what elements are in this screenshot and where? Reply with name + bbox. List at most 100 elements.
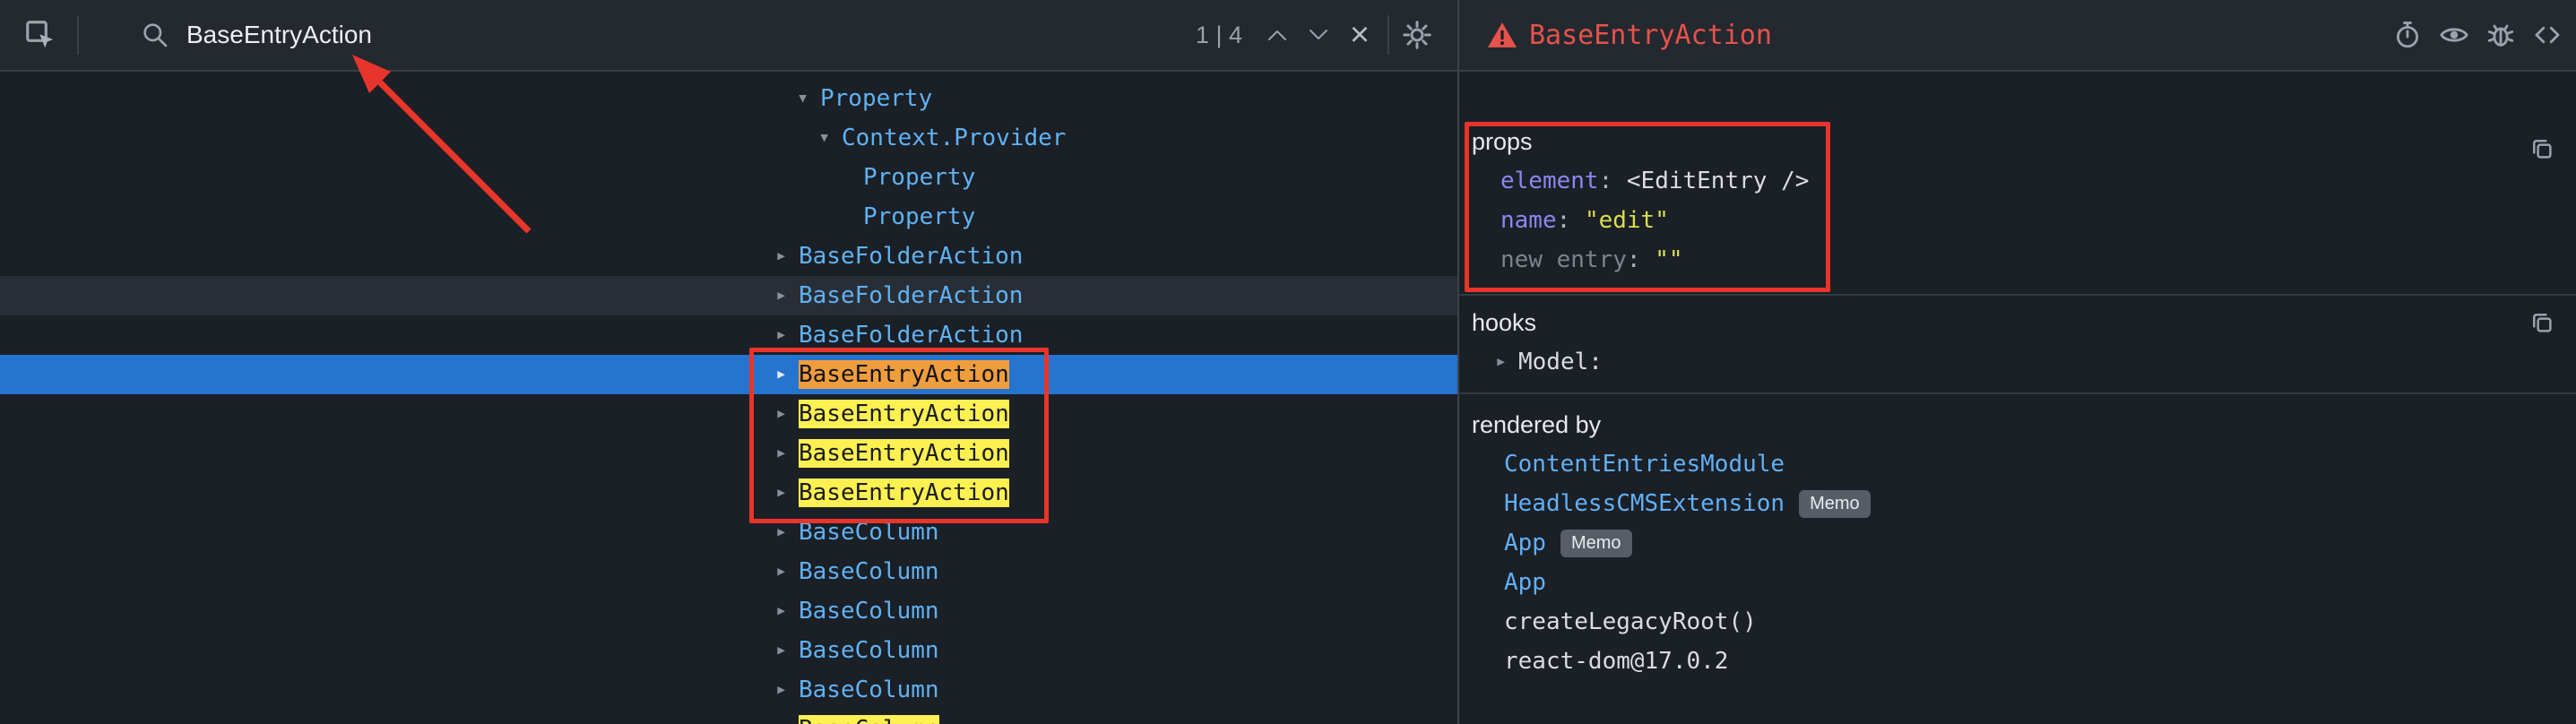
component-name[interactable]: BaseFolderAction xyxy=(799,281,1023,310)
components-tree-panel: 1 | 4 × ▾Property▾Context.ProviderProper… xyxy=(0,0,1459,724)
tree-row[interactable]: ▸BaseColumn xyxy=(0,552,1457,591)
prop-key: new entry xyxy=(1500,246,1627,273)
hooks-section: hooks ▸Model: xyxy=(1459,296,2576,394)
chevron-down-icon[interactable]: ▾ xyxy=(797,89,820,108)
component-name[interactable]: BaseColumn xyxy=(799,557,939,586)
prop-colon: : xyxy=(1557,207,1585,234)
component-name[interactable]: BaseColumn xyxy=(799,636,939,665)
inspect-element-icon[interactable] xyxy=(20,14,61,56)
search-input[interactable] xyxy=(186,21,1196,49)
hooks-section-title: hooks xyxy=(1459,303,2576,342)
previous-result-button[interactable] xyxy=(1257,14,1298,56)
component-name[interactable]: Property xyxy=(863,203,975,231)
chevron-right-icon[interactable]: ▸ xyxy=(775,404,799,424)
chevron-right-icon[interactable]: ▸ xyxy=(1495,352,1518,372)
clear-search-button[interactable]: × xyxy=(1339,14,1380,56)
tree-row[interactable]: ▾Property xyxy=(0,79,1457,118)
component-name[interactable]: BaseColumn xyxy=(799,676,939,704)
prop-colon: : xyxy=(1627,246,1655,273)
memo-badge: Memo xyxy=(1560,530,1632,557)
copy-props-button[interactable] xyxy=(2524,131,2560,167)
chevron-right-icon[interactable]: ▸ xyxy=(775,325,799,345)
toolbar-divider xyxy=(1387,15,1389,55)
component-name[interactable]: BaseColumn xyxy=(799,597,939,625)
search-result-count: 1 | 4 xyxy=(1196,22,1242,49)
component-name[interactable]: BaseEntryAction xyxy=(799,439,1009,468)
chevron-down-icon[interactable]: ▾ xyxy=(818,128,842,148)
search-icon xyxy=(134,14,176,56)
props-section: props element: <EditEntry />name: "edit"… xyxy=(1459,122,2576,296)
tree-row[interactable]: ▾Context.Provider xyxy=(0,118,1457,158)
bug-icon[interactable] xyxy=(2485,14,2517,56)
chevron-right-icon[interactable]: ▸ xyxy=(775,483,799,503)
chevron-right-icon[interactable]: ▸ xyxy=(775,286,799,306)
tree-row[interactable]: ▸BaseColumn xyxy=(0,670,1457,710)
component-name[interactable]: BaseColumn xyxy=(799,715,939,724)
chevron-right-icon[interactable]: ▸ xyxy=(775,365,799,384)
prop-value[interactable]: "edit" xyxy=(1585,207,1669,234)
prop-key: element xyxy=(1500,168,1599,194)
tree-row[interactable]: ▸BaseEntryAction xyxy=(0,394,1457,434)
settings-gear-icon[interactable] xyxy=(1396,14,1438,56)
rendered-by-item: react-dom@17.0.2 xyxy=(1459,642,2576,681)
prop-value[interactable]: "" xyxy=(1655,246,1682,273)
hooks-rows: ▸Model: xyxy=(1459,342,2576,382)
owner-link[interactable]: HeadlessCMSExtension xyxy=(1504,490,1785,517)
tree-row[interactable]: ▸BaseEntryAction xyxy=(0,473,1457,513)
chevron-right-icon[interactable]: ▸ xyxy=(775,680,799,700)
component-name[interactable]: Property xyxy=(863,163,975,192)
tree-row[interactable]: Property xyxy=(0,158,1457,197)
component-name[interactable]: BaseFolderAction xyxy=(799,242,1023,271)
chevron-right-icon[interactable]: ▸ xyxy=(775,562,799,582)
warning-triangle-icon xyxy=(1486,21,1518,49)
prop-colon: : xyxy=(1599,168,1627,194)
tree-row[interactable]: Property xyxy=(0,197,1457,237)
component-name[interactable]: BaseFolderAction xyxy=(799,321,1023,349)
view-source-icon[interactable] xyxy=(2531,14,2563,56)
tree-row[interactable]: ▸BaseEntryAction xyxy=(0,355,1457,394)
chevron-right-icon[interactable]: ▸ xyxy=(775,601,799,621)
tree-row[interactable]: ▸BaseFolderAction xyxy=(0,237,1457,276)
tree-row[interactable]: ▸BaseFolderAction xyxy=(0,315,1457,355)
tree-toolbar: 1 | 4 × xyxy=(0,0,1457,72)
rendered-by-section: rendered by ContentEntriesModule Headless… xyxy=(1459,394,2576,681)
component-name[interactable]: Context.Provider xyxy=(842,124,1066,152)
tree-row[interactable]: ▸BaseFolderAction xyxy=(0,276,1457,315)
chevron-right-icon[interactable]: ▸ xyxy=(775,641,799,660)
component-tree[interactable]: ▾Property▾Context.ProviderPropertyProper… xyxy=(0,72,1457,724)
owner-text: createLegacyRoot() xyxy=(1504,608,1757,635)
props-section-title: props xyxy=(1459,122,2576,161)
hook-row[interactable]: ▸Model: xyxy=(1459,342,2576,382)
inspector-header: BaseEntryAction xyxy=(1459,0,2576,72)
owner-link[interactable]: App xyxy=(1504,569,1546,596)
chevron-right-icon[interactable]: ▸ xyxy=(775,444,799,463)
eye-icon[interactable] xyxy=(2438,14,2470,56)
chevron-right-icon[interactable]: ▸ xyxy=(775,720,799,724)
component-name[interactable]: BaseEntryAction xyxy=(799,478,1009,507)
tree-row[interactable]: ▸BaseColumn xyxy=(0,591,1457,631)
copy-hooks-button[interactable] xyxy=(2524,305,2560,340)
owner-link[interactable]: ContentEntriesModule xyxy=(1504,451,1785,478)
component-name[interactable]: BaseColumn xyxy=(799,518,939,547)
component-name[interactable]: Property xyxy=(820,84,932,113)
component-name[interactable]: BaseEntryAction xyxy=(799,400,1009,428)
inspector-panel: BaseEntryAction xyxy=(1459,0,2576,724)
inspector-actions xyxy=(2391,14,2576,56)
memo-badge: Memo xyxy=(1799,490,1871,518)
tree-row[interactable]: ▸BaseEntryAction xyxy=(0,434,1457,473)
tree-row[interactable]: ▸BaseColumn xyxy=(0,631,1457,670)
rendered-by-section-title: rendered by xyxy=(1459,405,2576,444)
prop-row: element: <EditEntry /> xyxy=(1459,161,2576,201)
tree-row[interactable]: ▸BaseColumn xyxy=(0,513,1457,552)
stopwatch-icon[interactable] xyxy=(2391,14,2424,56)
chevron-right-icon[interactable]: ▸ xyxy=(775,246,799,266)
rendered-by-item: HeadlessCMSExtension Memo xyxy=(1459,484,2576,523)
tree-row[interactable]: ▸BaseColumn xyxy=(0,710,1457,724)
hook-name: Model: xyxy=(1518,349,1603,375)
rendered-by-item: createLegacyRoot() xyxy=(1459,602,2576,642)
prop-value[interactable]: <EditEntry /> xyxy=(1627,168,1810,194)
chevron-right-icon[interactable]: ▸ xyxy=(775,522,799,542)
next-result-button[interactable] xyxy=(1298,14,1339,56)
owner-link[interactable]: App xyxy=(1504,530,1546,556)
component-name[interactable]: BaseEntryAction xyxy=(799,360,1009,389)
